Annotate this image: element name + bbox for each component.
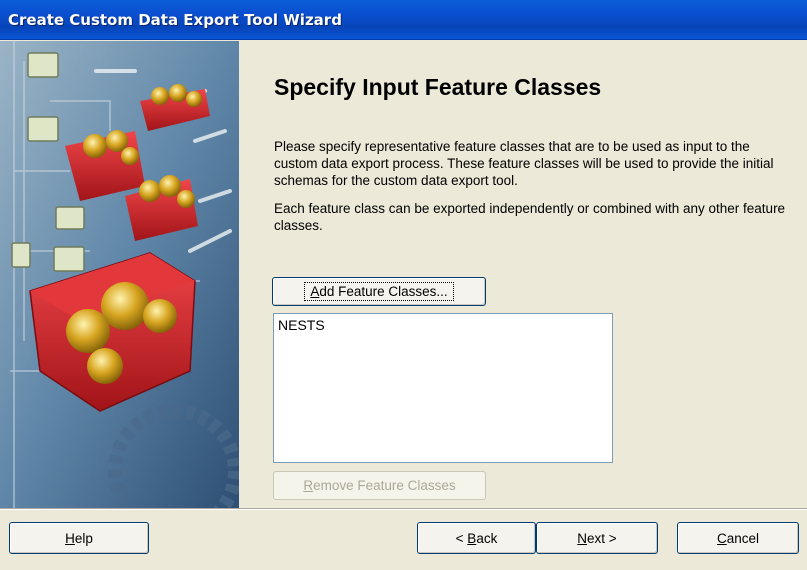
remove-feature-classes-label: Remove Feature Classes xyxy=(303,478,456,493)
description-paragraph-2: Each feature class can be exported indep… xyxy=(274,201,786,233)
remove-feature-classes-button[interactable]: Remove Feature Classes xyxy=(273,471,486,500)
help-button[interactable]: Help xyxy=(9,522,149,554)
next-button[interactable]: Next > xyxy=(536,522,658,554)
help-label: Help xyxy=(65,530,93,546)
back-label: < Back xyxy=(455,530,498,546)
add-feature-classes-button[interactable]: Add Feature Classes... xyxy=(272,277,486,306)
back-button[interactable]: < Back xyxy=(417,522,536,554)
cancel-label: Cancel xyxy=(716,530,760,546)
window-title: Create Custom Data Export Tool Wizard xyxy=(8,11,342,29)
list-item[interactable]: NESTS xyxy=(274,314,612,336)
footer-separator xyxy=(0,508,807,510)
feature-classes-list[interactable]: NESTS xyxy=(273,313,613,463)
next-label: Next > xyxy=(577,530,617,546)
wizard-side-image xyxy=(0,41,239,508)
page-title: Specify Input Feature Classes xyxy=(274,74,602,100)
title-bar[interactable]: Create Custom Data Export Tool Wizard xyxy=(0,0,807,40)
description-paragraph-1: Please specify representative feature cl… xyxy=(274,139,774,188)
cancel-button[interactable]: Cancel xyxy=(677,522,799,554)
add-feature-classes-label: Add Feature Classes... xyxy=(304,282,454,301)
wizard-content: Specify Input Feature Classes Please spe… xyxy=(239,41,807,508)
